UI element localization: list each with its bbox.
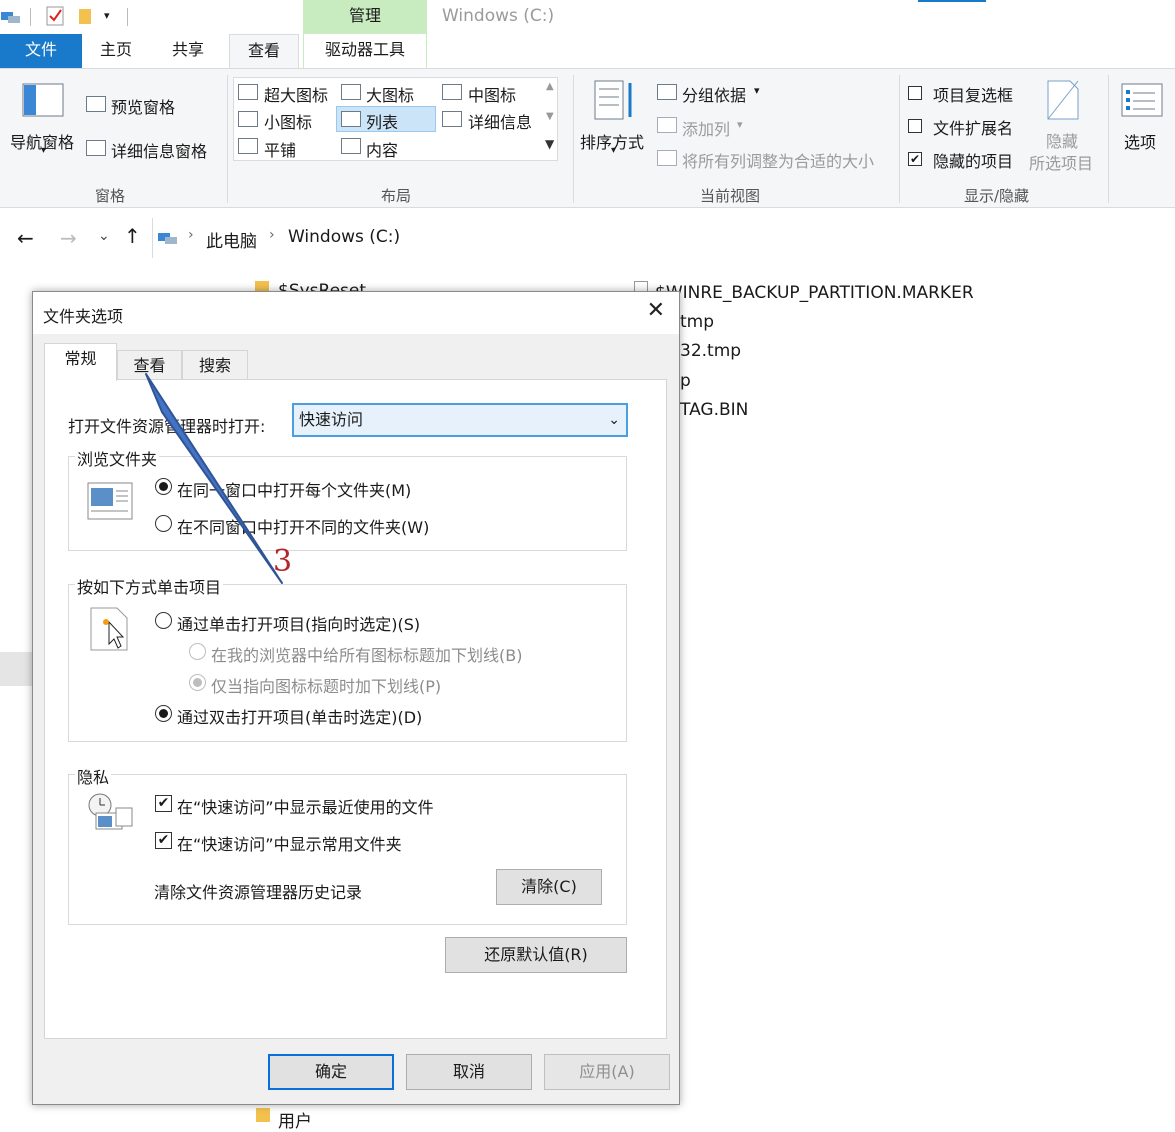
tab-general[interactable]: 常规	[44, 343, 117, 381]
annotation-arrow	[145, 373, 283, 584]
annotation-number: 3	[273, 544, 293, 579]
